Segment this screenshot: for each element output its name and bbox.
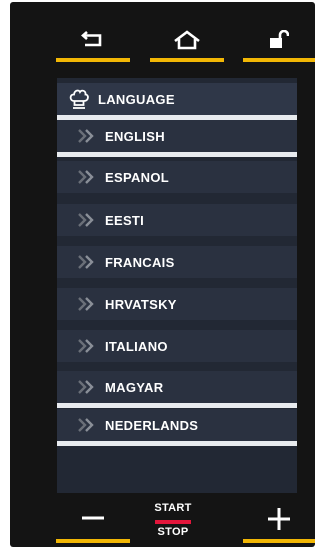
top-navigation-bar xyxy=(10,2,315,64)
home-button[interactable] xyxy=(150,20,224,62)
chevron-right-icon xyxy=(78,213,94,227)
language-item-espanol[interactable]: ESPANOL xyxy=(57,161,297,193)
language-menu-screen: LANGUAGE ENGLISH ESPANOL EESTI FRANCAIS … xyxy=(57,78,297,493)
minus-icon xyxy=(82,516,104,520)
back-arrow-icon xyxy=(81,31,102,47)
start-label: START xyxy=(154,502,192,514)
stop-label: STOP xyxy=(157,526,189,538)
menu-header: LANGUAGE xyxy=(57,83,297,115)
menu-title: LANGUAGE xyxy=(98,91,175,107)
bottom-control-bar: START STOP xyxy=(10,494,315,547)
chevron-right-icon xyxy=(78,255,94,269)
language-item-hrvatsky[interactable]: HRVATSKY xyxy=(57,288,297,320)
plus-button[interactable] xyxy=(243,498,315,543)
language-item-eesti[interactable]: EESTI xyxy=(57,204,297,236)
language-item-label: ITALIANO xyxy=(105,338,168,354)
lock-button-underline xyxy=(243,58,315,62)
chevron-right-icon xyxy=(78,297,94,311)
lock-button[interactable] xyxy=(243,20,315,62)
control-panel: LANGUAGE ENGLISH ESPANOL EESTI FRANCAIS … xyxy=(10,2,315,547)
language-item-label: MAGYAR xyxy=(105,379,164,395)
language-item-label: ENGLISH xyxy=(105,128,165,144)
divider xyxy=(57,441,297,446)
back-button[interactable] xyxy=(56,20,130,62)
start-stop-button[interactable]: START STOP xyxy=(142,498,204,543)
plus-icon xyxy=(268,508,290,530)
chevron-right-icon xyxy=(78,170,94,184)
language-item-english[interactable]: ENGLISH xyxy=(57,120,297,152)
home-button-underline xyxy=(150,58,224,62)
language-item-label: NEDERLANDS xyxy=(105,417,199,433)
unlock-icon xyxy=(270,30,289,48)
divider xyxy=(57,152,297,157)
language-item-label: HRVATSKY xyxy=(105,296,177,312)
chevron-right-icon xyxy=(78,380,94,394)
language-item-label: EESTI xyxy=(105,212,145,228)
home-icon xyxy=(174,30,200,50)
language-item-label: ESPANOL xyxy=(105,169,169,185)
language-item-italiano[interactable]: ITALIANO xyxy=(57,330,297,362)
plus-button-underline xyxy=(243,539,315,543)
minus-button-underline xyxy=(56,539,130,543)
language-item-nederlands[interactable]: NEDERLANDS xyxy=(57,409,297,441)
chevron-right-icon xyxy=(78,339,94,353)
language-item-francais[interactable]: FRANCAIS xyxy=(57,246,297,278)
chevron-right-icon xyxy=(78,418,94,432)
chef-hat-icon xyxy=(69,89,89,109)
minus-button[interactable] xyxy=(56,498,130,543)
chevron-right-icon xyxy=(78,129,94,143)
back-button-underline xyxy=(56,58,130,62)
language-item-magyar[interactable]: MAGYAR xyxy=(57,371,297,403)
language-item-label: FRANCAIS xyxy=(105,254,175,270)
start-stop-divider xyxy=(155,520,191,524)
divider xyxy=(57,403,297,408)
